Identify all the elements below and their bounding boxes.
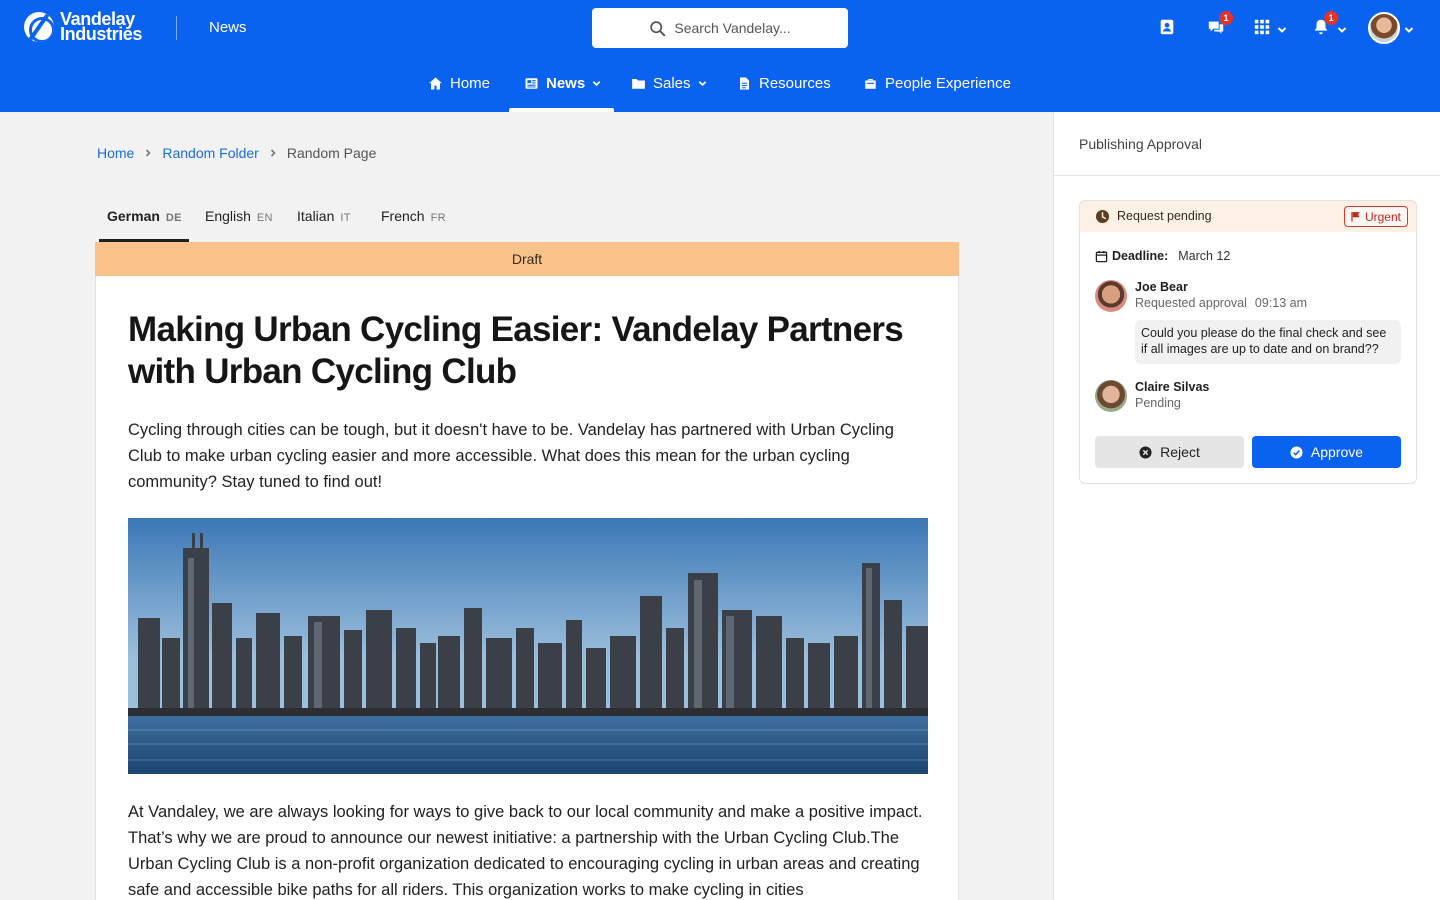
nav-people-experience[interactable]: People Experience xyxy=(863,75,1011,92)
panel-divider xyxy=(1054,175,1440,176)
logo-icon xyxy=(24,12,54,42)
approver-avatar xyxy=(1095,380,1127,412)
requester-action: Requested approval 09:13 am xyxy=(1135,296,1308,310)
deadline-row: Deadline: March 12 xyxy=(1095,249,1230,263)
active-nav-indicator xyxy=(509,108,614,112)
nav-news-label: News xyxy=(546,75,586,92)
logo-line-2: Industries xyxy=(60,24,143,44)
urgent-label: Urgent xyxy=(1364,209,1401,224)
chevron-down-icon xyxy=(698,81,706,87)
requester-avatar xyxy=(1095,280,1127,312)
article-intro: Cycling through cities can be tough, but… xyxy=(128,421,894,491)
urgent-badge: Urgent xyxy=(1343,206,1408,227)
approver-status: Pending xyxy=(1135,396,1181,410)
request-status-label: Request pending xyxy=(1117,209,1212,223)
deadline-label: Deadline: xyxy=(1112,249,1169,263)
request-time: 09:13 am xyxy=(1254,296,1308,310)
notifications-button[interactable]: 1 xyxy=(1308,11,1338,40)
deadline-value: March 12 xyxy=(1178,249,1231,263)
chevron-down-icon[interactable] xyxy=(1404,22,1414,33)
nav-sales-label: Sales xyxy=(653,75,691,92)
top-header: Vandelay Industries News Search Vandelay… xyxy=(0,0,1440,112)
chat-button[interactable]: 1 xyxy=(1203,11,1233,40)
grid-icon xyxy=(1254,19,1270,35)
chat-badge: 1 xyxy=(1219,11,1233,25)
contact-book-icon xyxy=(1160,19,1174,35)
site-name[interactable]: News xyxy=(209,19,247,36)
request-comment: Could you please do the final check and … xyxy=(1135,320,1401,364)
nav-resources[interactable]: Resources xyxy=(737,75,831,92)
x-circle-icon xyxy=(1139,445,1152,459)
nav-sales[interactable]: Sales xyxy=(631,75,707,92)
newspaper-icon xyxy=(525,78,538,89)
article-title: Making Urban Cycling Easier: Vandelay Pa… xyxy=(128,310,904,391)
search-placeholder: Search Vandelay... xyxy=(674,20,791,36)
header-divider xyxy=(176,16,177,40)
request-status-header: Request pending Urgent xyxy=(1080,201,1416,232)
requester-name: Joe Bear xyxy=(1135,280,1188,294)
home-icon xyxy=(429,77,442,90)
hero-image-city-skyline xyxy=(128,518,928,774)
user-avatar[interactable] xyxy=(1368,12,1400,44)
folder-icon xyxy=(632,79,645,89)
chevron-down-icon[interactable] xyxy=(1277,22,1287,33)
chevron-down-icon[interactable] xyxy=(1337,22,1347,33)
document-icon xyxy=(740,77,749,90)
clock-icon xyxy=(1095,209,1110,224)
briefcase-icon xyxy=(865,79,876,89)
approval-request-card: Request pending Urgent Deadline: March 1… xyxy=(1079,200,1417,484)
contacts-button[interactable] xyxy=(1154,14,1180,40)
reject-label: Reject xyxy=(1160,444,1200,460)
draft-status-banner: Draft xyxy=(95,242,959,276)
company-logo[interactable]: Vandelay Industries xyxy=(24,10,143,44)
article-content: Making Urban Cycling Easier: Vandelay Pa… xyxy=(95,276,959,900)
tab-language-italian[interactable]: Italian IT xyxy=(297,208,351,224)
tab-language-french[interactable]: French FR xyxy=(381,208,446,224)
article-body: At Vandaley, we are always looking for w… xyxy=(128,803,923,899)
main-navigation: Home News Sales Resources People Experie… xyxy=(0,60,1440,112)
chevron-right-icon xyxy=(270,149,276,157)
flag-icon xyxy=(1351,211,1360,222)
nav-resources-label: Resources xyxy=(759,75,831,92)
apps-button[interactable] xyxy=(1249,14,1275,40)
tab-language-german[interactable]: German DE xyxy=(107,208,182,224)
chevron-right-icon xyxy=(146,149,151,157)
breadcrumb-home[interactable]: Home xyxy=(97,145,134,161)
reject-button[interactable]: Reject xyxy=(1095,436,1244,468)
publishing-approval-panel: Publishing Approval Request pending Urge… xyxy=(1053,112,1440,900)
nav-home-label: Home xyxy=(450,75,491,92)
breadcrumb: Home Random Folder Random Page xyxy=(97,145,376,161)
breadcrumb-folder[interactable]: Random Folder xyxy=(162,145,259,161)
chevron-down-icon xyxy=(592,81,601,87)
approve-label: Approve xyxy=(1310,444,1364,460)
approve-button[interactable]: Approve xyxy=(1252,436,1401,468)
search-input[interactable]: Search Vandelay... xyxy=(592,8,848,48)
search-icon xyxy=(650,20,666,36)
nav-home[interactable]: Home xyxy=(428,75,490,92)
calendar-icon xyxy=(1095,250,1108,262)
notification-badge: 1 xyxy=(1324,11,1338,25)
approver-name: Claire Silvas xyxy=(1135,380,1210,394)
tab-language-english[interactable]: English EN xyxy=(205,208,273,224)
check-circle-icon xyxy=(1290,445,1303,459)
panel-title: Publishing Approval xyxy=(1079,136,1202,152)
breadcrumb-current-page: Random Page xyxy=(286,145,377,161)
skyline-illustration xyxy=(128,518,928,774)
nav-people-experience-label: People Experience xyxy=(885,75,1011,92)
nav-news[interactable]: News xyxy=(524,75,601,92)
